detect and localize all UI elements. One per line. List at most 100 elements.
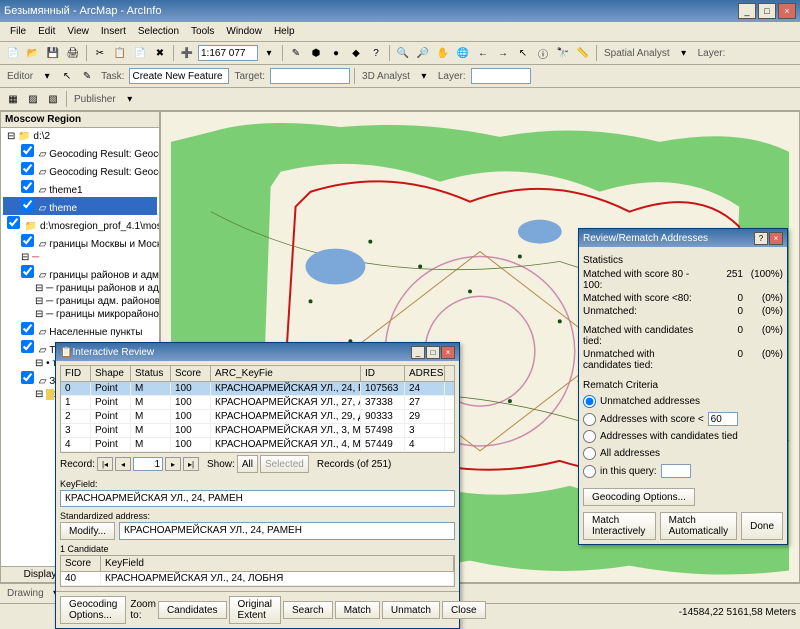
help-button[interactable]: ? [754, 232, 768, 245]
tool-icon[interactable]: ▧ [44, 90, 62, 108]
layer-checkbox[interactable] [21, 198, 34, 211]
original-extent-button[interactable]: Original Extent [229, 596, 281, 624]
layer-checkbox[interactable] [21, 322, 34, 335]
tree-node[interactable]: ⊟ ─ границы адм. районов [3, 295, 157, 308]
open-icon[interactable]: 📂 [24, 44, 42, 62]
back-icon[interactable]: ← [474, 44, 492, 62]
analyst3d-label[interactable]: 3D Analyst [359, 71, 413, 82]
tool-icon[interactable]: ◆ [347, 44, 365, 62]
tool-icon[interactable]: ▨ [24, 90, 42, 108]
column-header[interactable]: ID [361, 366, 405, 381]
prev-icon[interactable]: ◂ [115, 457, 131, 471]
chevron-down-icon[interactable]: ▾ [38, 67, 56, 85]
done-button[interactable]: Done [741, 512, 783, 540]
minimize-button[interactable]: _ [411, 346, 425, 359]
zoom-out-icon[interactable]: 🔎 [414, 44, 432, 62]
save-icon[interactable]: 💾 [44, 44, 62, 62]
address-grid[interactable]: FIDShapeStatusScoreARC_KeyFieIDADRES 0Po… [60, 365, 455, 453]
radio-option[interactable]: All addresses [583, 445, 783, 462]
geocoding-options-button[interactable]: Geocoding Options... [60, 596, 126, 624]
layer-checkbox[interactable] [21, 180, 34, 193]
radio-input[interactable] [583, 395, 596, 408]
add-data-icon[interactable]: ➕ [178, 44, 196, 62]
column-header[interactable]: Status [131, 366, 171, 381]
column-header[interactable]: Shape [91, 366, 131, 381]
menu-window[interactable]: Window [220, 24, 268, 39]
criteria-input[interactable] [661, 464, 691, 478]
radio-option[interactable]: Unmatched addresses [583, 393, 783, 410]
last-icon[interactable]: ▸| [183, 457, 199, 471]
show-all-button[interactable]: All [237, 455, 258, 473]
next-icon[interactable]: ▸ [165, 457, 181, 471]
close-button[interactable]: Close [442, 601, 486, 619]
geocoding-options-button[interactable]: Geocoding Options... [583, 488, 695, 506]
layer-checkbox[interactable] [21, 265, 34, 278]
tree-node[interactable]: ▱ Geocoding Result: Geocoding [3, 161, 157, 179]
radio-input[interactable] [583, 465, 596, 478]
measure-icon[interactable]: 📏 [574, 44, 592, 62]
tool-icon[interactable]: ✎ [287, 44, 305, 62]
layer-checkbox[interactable] [7, 216, 20, 229]
tree-node[interactable]: ▱ Населенные пункты [3, 321, 157, 339]
sketch-icon[interactable]: ✎ [78, 67, 96, 85]
zoom-in-icon[interactable]: 🔍 [394, 44, 412, 62]
drawing-label[interactable]: Drawing [4, 588, 47, 599]
tree-node[interactable]: ▱ theme1 [3, 179, 157, 197]
menu-file[interactable]: File [4, 24, 32, 39]
tree-node[interactable]: ▱ границы районов и адм. окр [3, 264, 157, 282]
column-header[interactable]: ADRES [405, 366, 445, 381]
paste-icon[interactable]: 📄 [131, 44, 149, 62]
tree-node[interactable]: ▱ границы Москвы и Московск [3, 233, 157, 251]
radio-input[interactable] [583, 430, 596, 443]
tool-icon[interactable]: ▦ [4, 90, 22, 108]
dialog-titlebar[interactable]: 📋 Interactive Review _ □ × [56, 343, 459, 361]
layer-checkbox[interactable] [21, 162, 34, 175]
menu-tools[interactable]: Tools [185, 24, 220, 39]
pointer-icon[interactable]: ↖ [58, 67, 76, 85]
copy-icon[interactable]: 📋 [111, 44, 129, 62]
column-header[interactable]: FID [61, 366, 91, 381]
spatial-analyst-label[interactable]: Spatial Analyst [601, 48, 673, 59]
tree-node[interactable]: 📁 d:\mosregion_prof_4.1\mosregion [3, 215, 157, 233]
tool-icon[interactable]: ● [327, 44, 345, 62]
chevron-down-icon[interactable]: ▾ [675, 44, 693, 62]
first-icon[interactable]: |◂ [97, 457, 113, 471]
menu-view[interactable]: View [61, 24, 95, 39]
table-row[interactable]: 1PointM100КРАСНОАРМЕЙСКАЯ УЛ., 27, АЭРОП… [61, 396, 454, 410]
candidates-button[interactable]: Candidates [158, 601, 227, 619]
table-row[interactable]: 40 КРАСНОАРМЕЙСКАЯ УЛ., 24, ЛОБНЯ [61, 572, 454, 586]
modify-button[interactable]: Modify... [60, 522, 115, 540]
tree-node[interactable]: ⊟ 📁 d:\2 [3, 130, 157, 143]
column-header[interactable]: Score [171, 366, 211, 381]
print-icon[interactable]: 🖨 [64, 44, 82, 62]
maximize-button[interactable]: □ [758, 3, 776, 19]
cut-icon[interactable]: ✂ [91, 44, 109, 62]
record-input[interactable] [133, 457, 163, 471]
publisher-label[interactable]: Publisher [71, 94, 119, 105]
match-button[interactable]: Match [335, 601, 380, 619]
close-button[interactable]: × [769, 232, 783, 245]
show-selected-button[interactable]: Selected [260, 455, 309, 473]
radio-input[interactable] [583, 413, 596, 426]
search-button[interactable]: Search [283, 601, 333, 619]
table-row[interactable]: 3PointM100КРАСНОАРМЕЙСКАЯ УЛ., 3, МЫТИЩИ… [61, 424, 454, 438]
unmatch-button[interactable]: Unmatch [382, 601, 440, 619]
delete-icon[interactable]: ✖ [151, 44, 169, 62]
column-header[interactable]: ARC_KeyFie [211, 366, 361, 381]
match-interactively-button[interactable]: Match Interactively [583, 512, 656, 540]
menu-edit[interactable]: Edit [32, 24, 61, 39]
pan-icon[interactable]: ✋ [434, 44, 452, 62]
dialog-titlebar[interactable]: Review/Rematch Addresses ? × [579, 229, 787, 247]
target-input[interactable] [270, 68, 350, 84]
tree-node[interactable]: ▱ Geocoding Result: Geocoding [3, 143, 157, 161]
layer-checkbox[interactable] [21, 234, 34, 247]
chevron-down-icon[interactable]: ▾ [260, 44, 278, 62]
radio-option[interactable]: Addresses with score < [583, 410, 783, 428]
pointer-icon[interactable]: ↖ [514, 44, 532, 62]
layer-checkbox[interactable] [21, 371, 34, 384]
tree-node[interactable]: ⊟ ─ границы районов и адм [3, 282, 157, 295]
layer-input[interactable] [471, 68, 531, 84]
minimize-button[interactable]: _ [738, 3, 756, 19]
table-row[interactable]: 4PointM100КРАСНОАРМЕЙСКАЯ УЛ., 4, МЫТИЩИ… [61, 438, 454, 452]
tree-node[interactable]: ⊟ ─ границы микрорайонов [3, 308, 157, 321]
